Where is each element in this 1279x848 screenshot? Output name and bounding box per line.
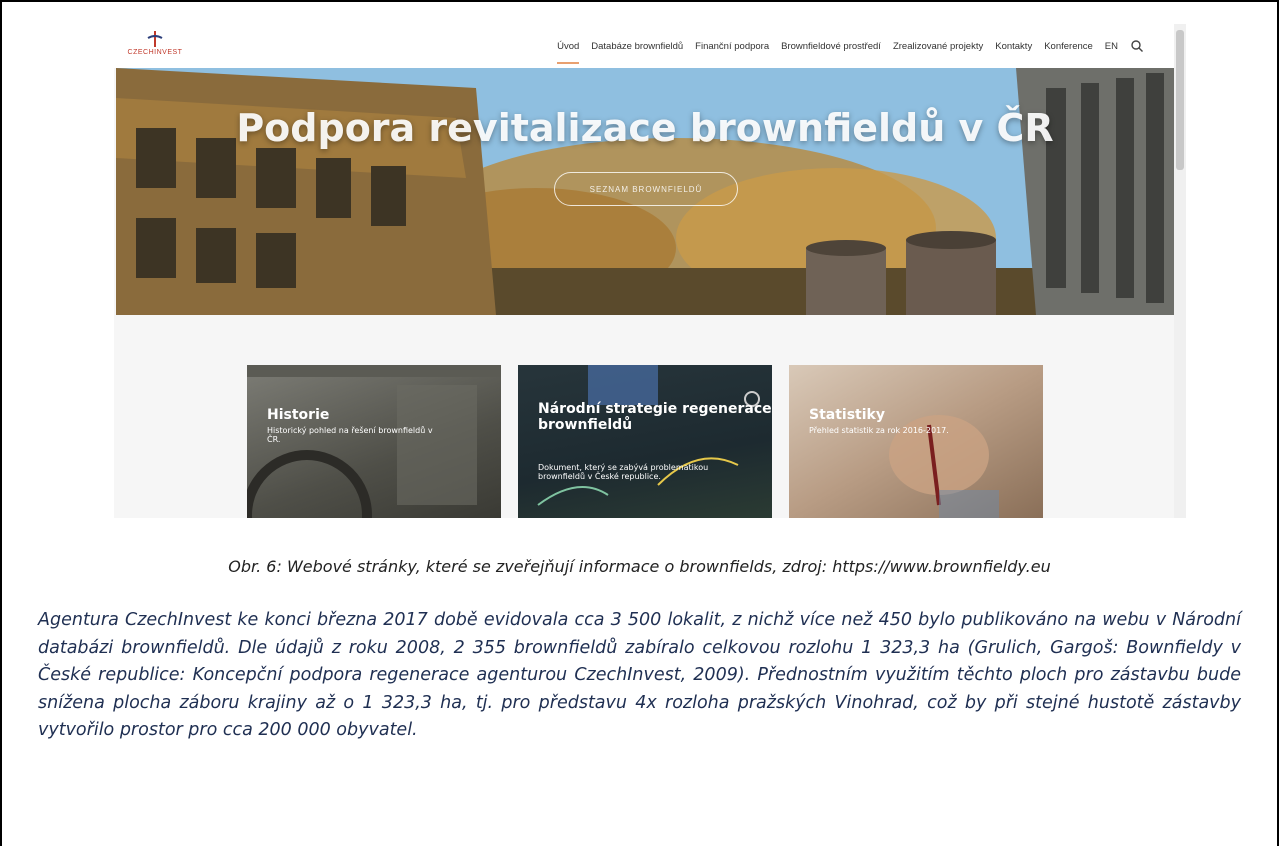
logo-text: CZECHINVEST xyxy=(127,49,183,56)
brownfield-list-button[interactable]: SEZNAM BROWNFIELDŮ xyxy=(554,172,738,206)
website-screenshot: CZECHINVEST Úvod Databáze brownfieldů Fi… xyxy=(114,24,1186,518)
chalkboard-image xyxy=(537,365,760,506)
card-historie[interactable]: Historie Historický pohled na řešení bro… xyxy=(247,365,501,518)
card-narodni-strategie[interactable]: Národní strategie regenerace brownfieldů… xyxy=(518,365,772,518)
hero-title: Podpora revitalizace brownfieldů v ČR xyxy=(236,106,1054,150)
card-desc-statistiky: Přehled statistik za rok 2016-2017. xyxy=(809,426,949,435)
hand-pen-image xyxy=(889,415,999,518)
nav-item-uvod[interactable]: Úvod xyxy=(557,37,580,64)
hero-banner: Podpora revitalizace brownfieldů v ČR SE… xyxy=(116,68,1174,315)
card-title-historie: Historie xyxy=(267,407,330,423)
nav-item-prostredi[interactable]: Brownfieldové prostředí xyxy=(781,37,881,56)
figure-caption: Obr. 6: Webové stránky, které se zveřejň… xyxy=(228,557,1051,576)
logo-cross-icon xyxy=(147,31,163,47)
top-navigation: CZECHINVEST Úvod Databáze brownfieldů Fi… xyxy=(114,24,1174,68)
document-page: CZECHINVEST Úvod Databáze brownfieldů Fi… xyxy=(0,0,1279,846)
card-desc-historie: Historický pohled na řešení brownfieldů … xyxy=(267,426,433,444)
nav-item-en[interactable]: EN xyxy=(1105,37,1118,56)
search-icon[interactable] xyxy=(1130,39,1144,53)
nav-item-kontakty[interactable]: Kontakty xyxy=(995,37,1032,56)
card-title-narodni-strategie: Národní strategie regenerace brownfieldů xyxy=(538,401,772,433)
card-desc-narodni-strategie: Dokument, který se zabývá problematikou … xyxy=(538,463,709,481)
feature-cards: Historie Historický pohled na řešení bro… xyxy=(114,365,1174,518)
czechinvest-logo[interactable]: CZECHINVEST xyxy=(120,30,190,64)
scrollbar-thumb[interactable] xyxy=(1176,30,1184,170)
nav-item-projekty[interactable]: Zrealizované projekty xyxy=(893,37,983,56)
nav-item-financni-podpora[interactable]: Finanční podpora xyxy=(695,37,769,56)
main-menu: Úvod Databáze brownfieldů Finanční podpo… xyxy=(557,24,1144,68)
body-paragraph: Agentura CzechInvest ke konci března 201… xyxy=(38,610,1241,740)
page-scrollbar[interactable] xyxy=(1174,24,1186,518)
card-statistiky[interactable]: Statistiky Přehled statistik za rok 2016… xyxy=(789,365,1043,518)
nav-item-konference[interactable]: Konference xyxy=(1044,37,1093,56)
nav-item-databaze[interactable]: Databáze brownfieldů xyxy=(591,37,683,56)
card-title-statistiky: Statistiky xyxy=(809,407,885,423)
